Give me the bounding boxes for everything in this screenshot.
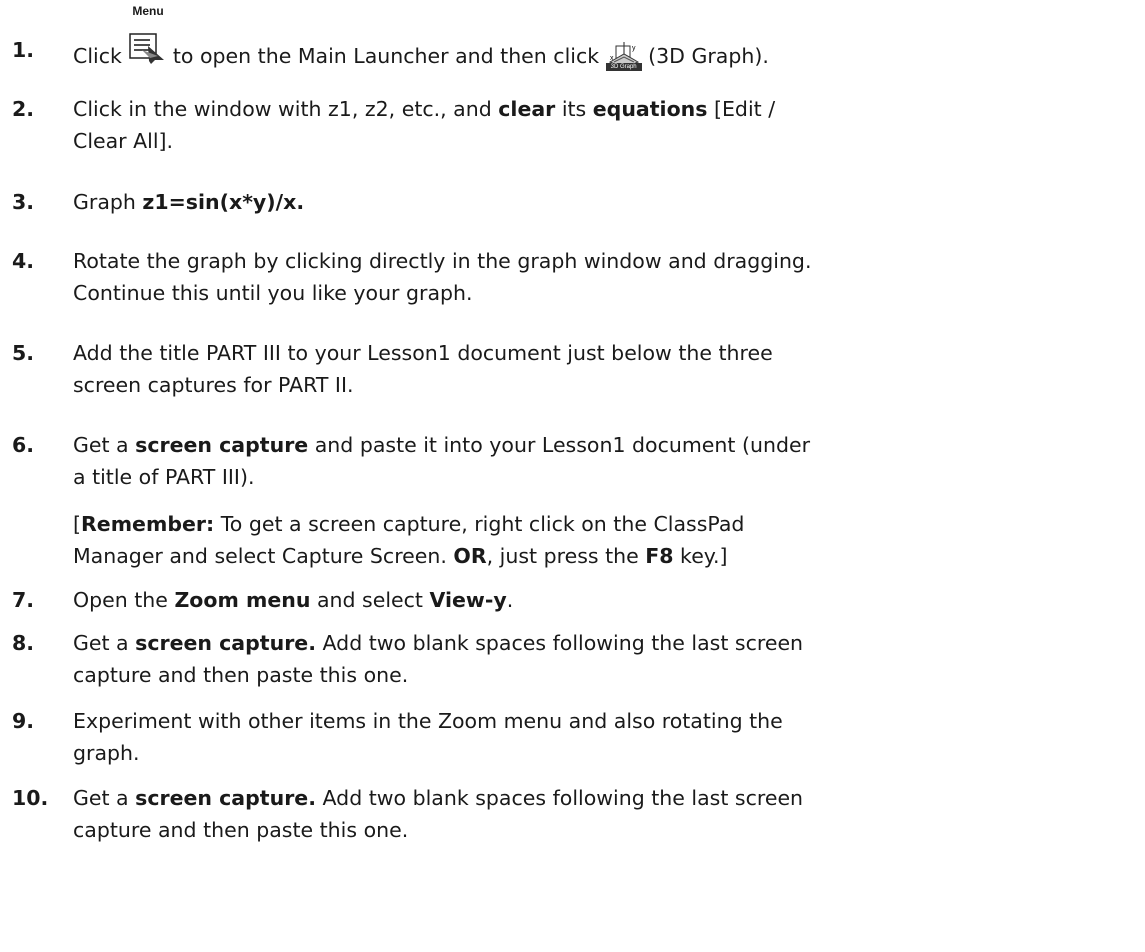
step-text: to open the Main Launcher and then click <box>166 44 606 68</box>
step-text: its <box>555 97 593 121</box>
step-number: 8. <box>12 631 35 655</box>
step-number: 2. <box>12 97 35 121</box>
step-bold-text: screen capture. <box>135 631 316 655</box>
step-4: 4. Rotate the graph by clicking directly… <box>0 245 1145 309</box>
3d-graph-icon-label: 3D Graph <box>605 63 642 71</box>
step-text: Continue this until you like your graph. <box>73 281 473 305</box>
note-bold-text: F8 <box>645 544 674 568</box>
step-text: and select <box>310 588 430 612</box>
step-text: Graph <box>73 190 143 214</box>
svg-text:y: y <box>632 45 636 52</box>
step-text: Click <box>73 44 129 68</box>
step-bold-text: View-y <box>429 588 507 612</box>
step-text: and paste it into your Lesson1 document … <box>308 433 810 457</box>
note-text: , just press the <box>486 544 646 568</box>
note-text: [ <box>73 512 81 536</box>
step-number: 3. <box>12 190 35 214</box>
step-8: 8. Get a screen capture. Add two blank s… <box>0 627 1145 691</box>
step-text: Get a <box>73 786 136 810</box>
menu-icon-label: Menu <box>132 4 164 18</box>
step-number: 5. <box>12 341 35 365</box>
note-text: key.] <box>673 544 728 568</box>
step-text: capture and then paste this one. <box>73 663 409 687</box>
step-text: Add the title PART III to your Lesson1 d… <box>73 341 773 365</box>
step-text: Get a <box>73 631 136 655</box>
menu-launcher-icon[interactable]: Menu <box>128 4 166 68</box>
step-9: 9. Experiment with other items in the Zo… <box>0 705 1145 769</box>
step-text: a title of PART III). <box>73 465 255 489</box>
step-bold-text: equations <box>592 97 708 121</box>
step-number: 10. <box>12 786 49 810</box>
step-bold-text: screen capture. <box>135 786 316 810</box>
step-bold-text: screen capture <box>135 433 309 457</box>
step-text: Experiment with other items in the Zoom … <box>73 709 783 733</box>
note-text: Manager and select Capture Screen. <box>73 544 454 568</box>
instructions-page: { "steps": [ {"num": "1.", "t1": "Click … <box>0 0 1145 952</box>
step-text: Add two blank spaces following the last … <box>316 786 804 810</box>
step-text: Add two blank spaces following the last … <box>316 631 804 655</box>
step-10: 10. Get a screen capture. Add two blank … <box>0 782 1145 846</box>
step-number: 7. <box>12 588 35 612</box>
step-6: 6. Get a screen capture and paste it int… <box>0 429 1145 493</box>
step-text: Rotate the graph by clicking directly in… <box>73 249 812 273</box>
3d-graph-icon[interactable]: y x 3D Graph <box>605 40 642 74</box>
note-text: To get a screen capture, right click on … <box>214 512 745 536</box>
step-bold-text: clear <box>498 97 556 121</box>
step-number: 9. <box>12 709 35 733</box>
step-number: 6. <box>12 433 35 457</box>
step-5: 5. Add the title PART III to your Lesson… <box>0 337 1145 401</box>
note-bold-text: Remember: <box>81 512 215 536</box>
step-number: 1. <box>12 38 35 62</box>
step-text: Open the <box>73 588 175 612</box>
step-text: Clear All]. <box>73 129 174 153</box>
note-bold-text: OR <box>453 544 487 568</box>
step-text: [Edit / <box>707 97 776 121</box>
step-text: (3D Graph). <box>641 44 769 68</box>
step-text: Get a <box>73 433 136 457</box>
step-bold-text: z1=sin(x*y)/x. <box>142 190 305 214</box>
step-2: 2. Click in the window with z1, z2, etc.… <box>0 93 1145 157</box>
step-text: Click in the window with z1, z2, etc., a… <box>73 97 499 121</box>
step-text: screen captures for PART II. <box>73 373 354 397</box>
step-text: . <box>506 588 514 612</box>
step-number: 4. <box>12 249 35 273</box>
step-text: capture and then paste this one. <box>73 818 409 842</box>
svg-text:x: x <box>610 55 614 62</box>
remember-note: [Remember: To get a screen capture, righ… <box>73 508 1143 572</box>
step-text: graph. <box>73 741 140 765</box>
step-bold-text: Zoom menu <box>174 588 311 612</box>
